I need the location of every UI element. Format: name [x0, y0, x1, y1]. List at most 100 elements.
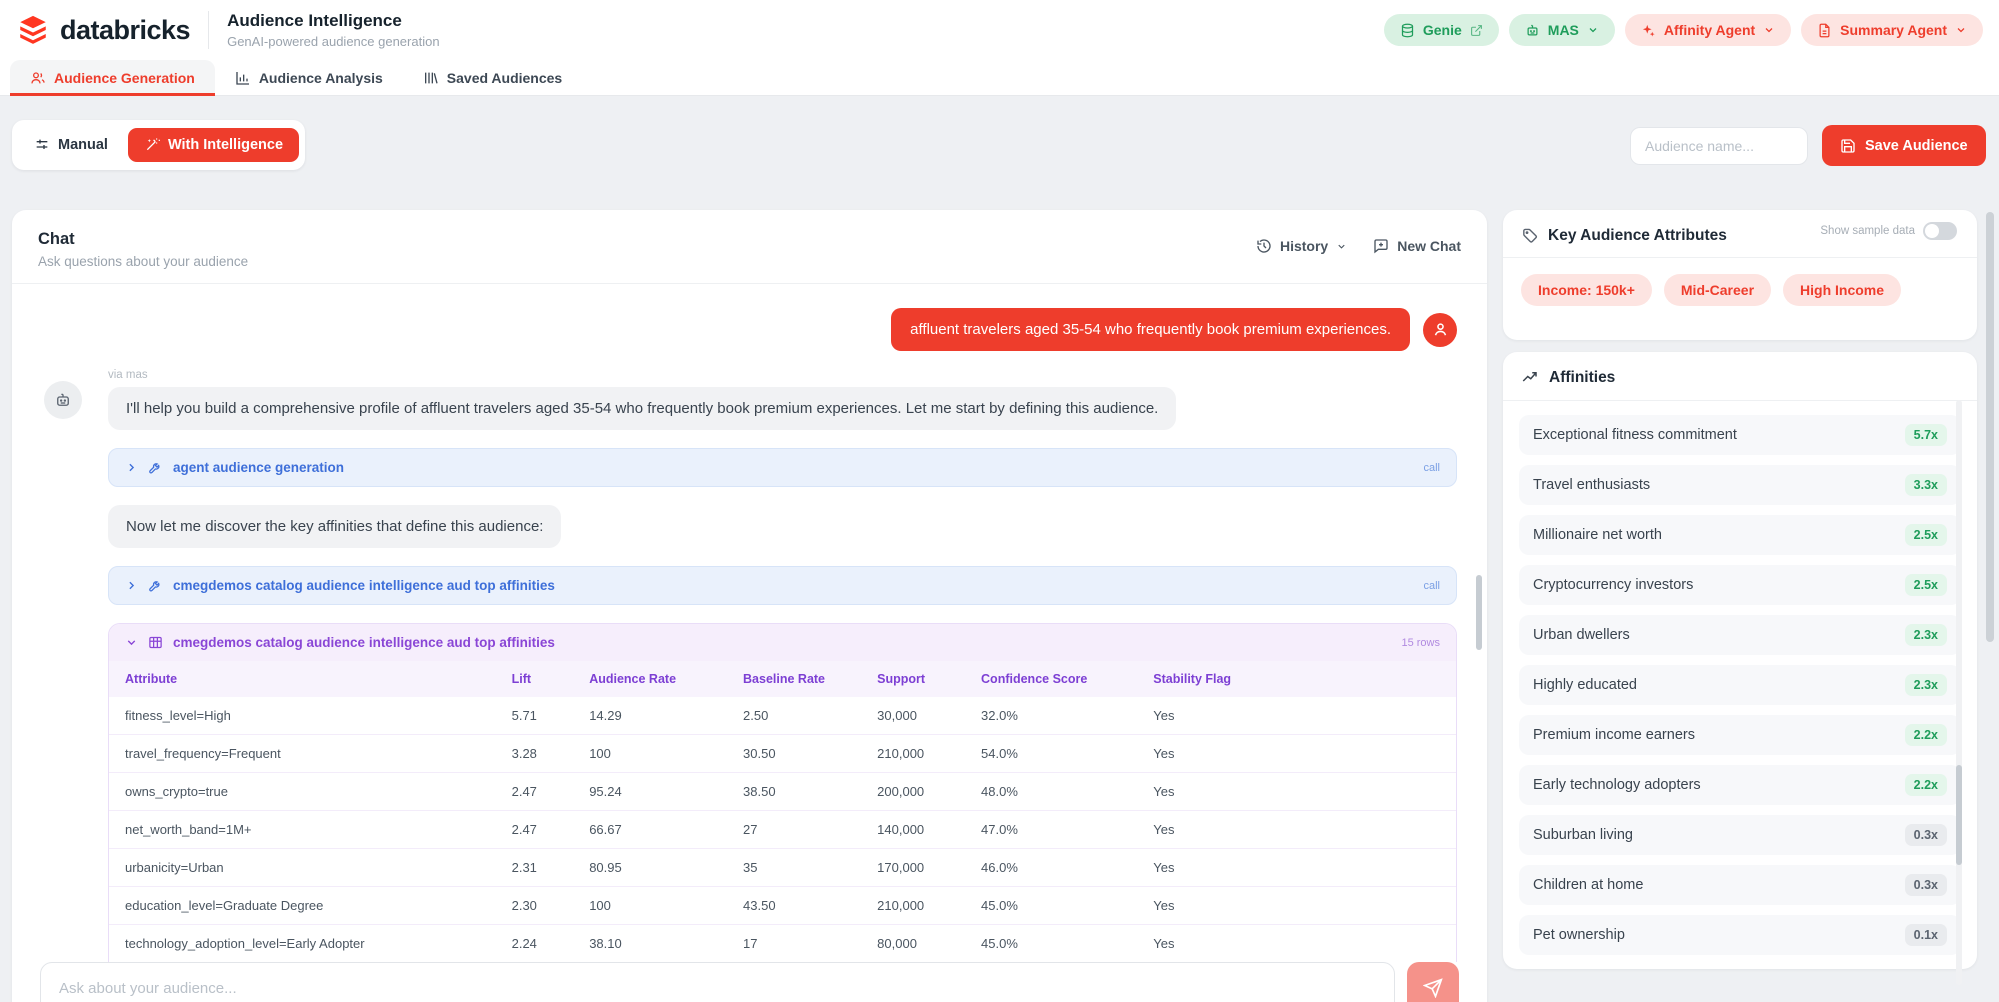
databricks-brand: databricks: [16, 13, 190, 47]
cell: 2.30: [512, 898, 590, 913]
chevron-right-icon: [125, 579, 138, 592]
affinity-row[interactable]: Children at home 0.3x: [1519, 865, 1961, 905]
app-title-block: Audience Intelligence GenAI-powered audi…: [227, 11, 439, 49]
attribute-chips: Income: 150k+ Mid-Career High Income: [1503, 258, 1977, 322]
affinity-row[interactable]: Exceptional fitness commitment 5.7x: [1519, 415, 1961, 455]
affinity-row[interactable]: Travel enthusiasts3.3x: [1519, 465, 1961, 505]
cell: 14.29: [589, 708, 743, 723]
affinity-row[interactable]: Highly educated2.3x: [1519, 665, 1961, 705]
chat-header-actions: History New Chat: [1256, 238, 1461, 254]
chevron-down-icon: [1763, 24, 1775, 36]
via-agent-label: via mas: [108, 369, 1457, 381]
assistant-message-group: Now let me discover the key affinities t…: [108, 505, 1457, 548]
trending-up-icon: [1521, 369, 1539, 387]
affinity-label: Travel enthusiasts: [1533, 477, 1650, 493]
table-icon: [148, 635, 163, 650]
with-intelligence-label: With Intelligence: [168, 137, 283, 153]
assistant-avatar: [44, 381, 82, 419]
summary-agent-dropdown-button[interactable]: Summary Agent: [1801, 14, 1983, 46]
send-message-button[interactable]: [1407, 962, 1459, 1002]
tab-audience-analysis[interactable]: Audience Analysis: [215, 60, 403, 95]
cell: Yes: [1153, 784, 1440, 799]
save-audience-button[interactable]: Save Audience: [1822, 125, 1986, 166]
show-sample-data-toggle[interactable]: [1923, 222, 1957, 240]
chat-header: Chat Ask questions about your audience H…: [12, 210, 1487, 284]
tool-call-row-top-affinities[interactable]: cmegdemos catalog audience intelligence …: [108, 566, 1457, 605]
affinities-title: Affinities: [1549, 369, 1615, 387]
tool-call-name: agent audience generation: [173, 460, 344, 475]
bar-chart-icon: [235, 70, 251, 86]
chat-scrollbar[interactable]: [1476, 575, 1482, 650]
cell: Yes: [1153, 746, 1440, 761]
affinity-label: Exceptional fitness commitment: [1533, 427, 1737, 443]
affinity-label: Children at home: [1533, 877, 1643, 893]
cell: 2.24: [512, 936, 590, 951]
mas-dropdown-button[interactable]: MAS: [1509, 14, 1615, 46]
page-scrollbar[interactable]: [1986, 212, 1994, 642]
robot-icon: [1525, 23, 1540, 38]
table-row: education_level=Graduate Degree2.3010043…: [109, 887, 1456, 925]
chat-message-input[interactable]: [40, 962, 1395, 1002]
affinity-row[interactable]: Suburban living0.3x: [1519, 815, 1961, 855]
tab-label: Audience Analysis: [259, 70, 383, 86]
robot-icon: [54, 391, 72, 409]
sidebar-scrollbar[interactable]: [1956, 765, 1962, 865]
column-header: Audience Rate: [589, 672, 743, 686]
new-chat-button[interactable]: New Chat: [1373, 238, 1461, 254]
database-icon: [1400, 23, 1415, 38]
chat-title-block: Chat Ask questions about your audience: [38, 230, 248, 269]
cell: 43.50: [743, 898, 877, 913]
page-subtitle: GenAI-powered audience generation: [227, 34, 439, 49]
library-icon: [423, 70, 439, 86]
table-row: fitness_level=High5.7114.292.5030,00032.…: [109, 697, 1456, 735]
affinity-label: Highly educated: [1533, 677, 1637, 693]
tab-saved-audiences[interactable]: Saved Audiences: [403, 60, 582, 95]
document-icon: [1817, 23, 1832, 38]
affinity-agent-dropdown-button[interactable]: Affinity Agent: [1625, 14, 1791, 46]
attribute-chip[interactable]: Income: 150k+: [1521, 274, 1652, 306]
save-icon: [1840, 138, 1856, 154]
affinity-row[interactable]: Premium income earners2.2x: [1519, 715, 1961, 755]
cell: 45.0%: [981, 898, 1153, 913]
column-header: Baseline Rate: [743, 672, 877, 686]
with-intelligence-mode-button[interactable]: With Intelligence: [128, 128, 299, 162]
cell: 38.50: [743, 784, 877, 799]
history-dropdown-button[interactable]: History: [1256, 238, 1347, 254]
tool-call-row-audience-generation[interactable]: agent audience generation call: [108, 448, 1457, 487]
affinity-value-badge: 2.2x: [1905, 724, 1947, 746]
summary-agent-label: Summary Agent: [1840, 22, 1947, 38]
cell: 80.95: [589, 860, 743, 875]
sliders-icon: [34, 137, 50, 153]
cell: 100: [589, 746, 743, 761]
affinity-agent-label: Affinity Agent: [1664, 22, 1755, 38]
cell: 2.47: [512, 822, 590, 837]
cell: 38.10: [589, 936, 743, 951]
genie-button[interactable]: Genie: [1384, 14, 1499, 46]
new-chat-label: New Chat: [1397, 238, 1461, 254]
attribute-chip[interactable]: High Income: [1783, 274, 1901, 306]
affinity-label: Millionaire net worth: [1533, 527, 1662, 543]
affinity-row[interactable]: Urban dwellers2.3x: [1519, 615, 1961, 655]
manual-mode-button[interactable]: Manual: [18, 128, 124, 162]
table-row: travel_frequency=Frequent3.2810030.50210…: [109, 735, 1456, 773]
cell: Yes: [1153, 898, 1440, 913]
chat-title: Chat: [38, 230, 248, 249]
affinity-row[interactable]: Cryptocurrency investors2.5x: [1519, 565, 1961, 605]
affinity-row[interactable]: Millionaire net worth2.5x: [1519, 515, 1961, 555]
affinity-label: Pet ownership: [1533, 927, 1625, 943]
table-column-headers: Attribute Lift Audience Rate Baseline Ra…: [109, 661, 1456, 697]
cell: 30.50: [743, 746, 877, 761]
result-table-title: cmegdemos catalog audience intelligence …: [173, 635, 555, 650]
tab-audience-generation[interactable]: Audience Generation: [10, 60, 215, 95]
result-table-header[interactable]: cmegdemos catalog audience intelligence …: [109, 624, 1456, 661]
affinity-value-badge: 0.3x: [1905, 874, 1947, 896]
affinity-value-badge: 5.7x: [1905, 424, 1947, 446]
attribute-chip[interactable]: Mid-Career: [1664, 274, 1771, 306]
affinity-value-badge: 2.3x: [1905, 624, 1947, 646]
table-row: urbanicity=Urban2.3180.9535170,00046.0%Y…: [109, 849, 1456, 887]
sparkles-icon: [1641, 23, 1656, 38]
chat-input-row: [40, 962, 1459, 1002]
affinity-row[interactable]: Early technology adopters2.2x: [1519, 765, 1961, 805]
audience-name-input[interactable]: [1630, 127, 1808, 165]
affinity-row[interactable]: Pet ownership0.1x: [1519, 915, 1961, 955]
